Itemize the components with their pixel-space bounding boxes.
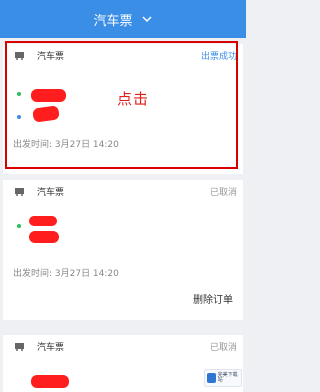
header-title[interactable]: 汽车票 <box>93 10 132 29</box>
watermark-text: 完美下载站 <box>217 372 238 383</box>
delete-order-button[interactable]: 删除订单 <box>193 291 233 306</box>
order-card-header: 汽车票 已取消 <box>3 180 243 204</box>
redaction <box>29 216 57 226</box>
order-status: 已取消 <box>209 188 237 198</box>
order-card-header: 汽车票 已取消 <box>3 335 243 359</box>
order-status: 已取消 <box>209 343 237 353</box>
watermark: 完美下载站 <box>204 369 242 387</box>
redaction <box>31 375 69 388</box>
watermark-logo-icon <box>207 373 216 383</box>
chevron-down-icon[interactable] <box>141 13 153 25</box>
redaction <box>29 231 59 243</box>
tap-annotation: 点击 <box>117 90 150 108</box>
bus-icon <box>15 343 24 351</box>
bus-icon <box>15 188 24 196</box>
origin-dot <box>17 224 21 228</box>
order-card[interactable]: 汽车票 已取消 出发时间: 3月27日 14:20 删除订单 <box>3 180 243 320</box>
app-header: 汽车票 <box>0 0 246 38</box>
departure-time: 出发时间: 3月27日 14:20 <box>13 269 119 279</box>
order-type: 汽车票 <box>37 188 65 198</box>
order-type: 汽车票 <box>37 343 65 353</box>
